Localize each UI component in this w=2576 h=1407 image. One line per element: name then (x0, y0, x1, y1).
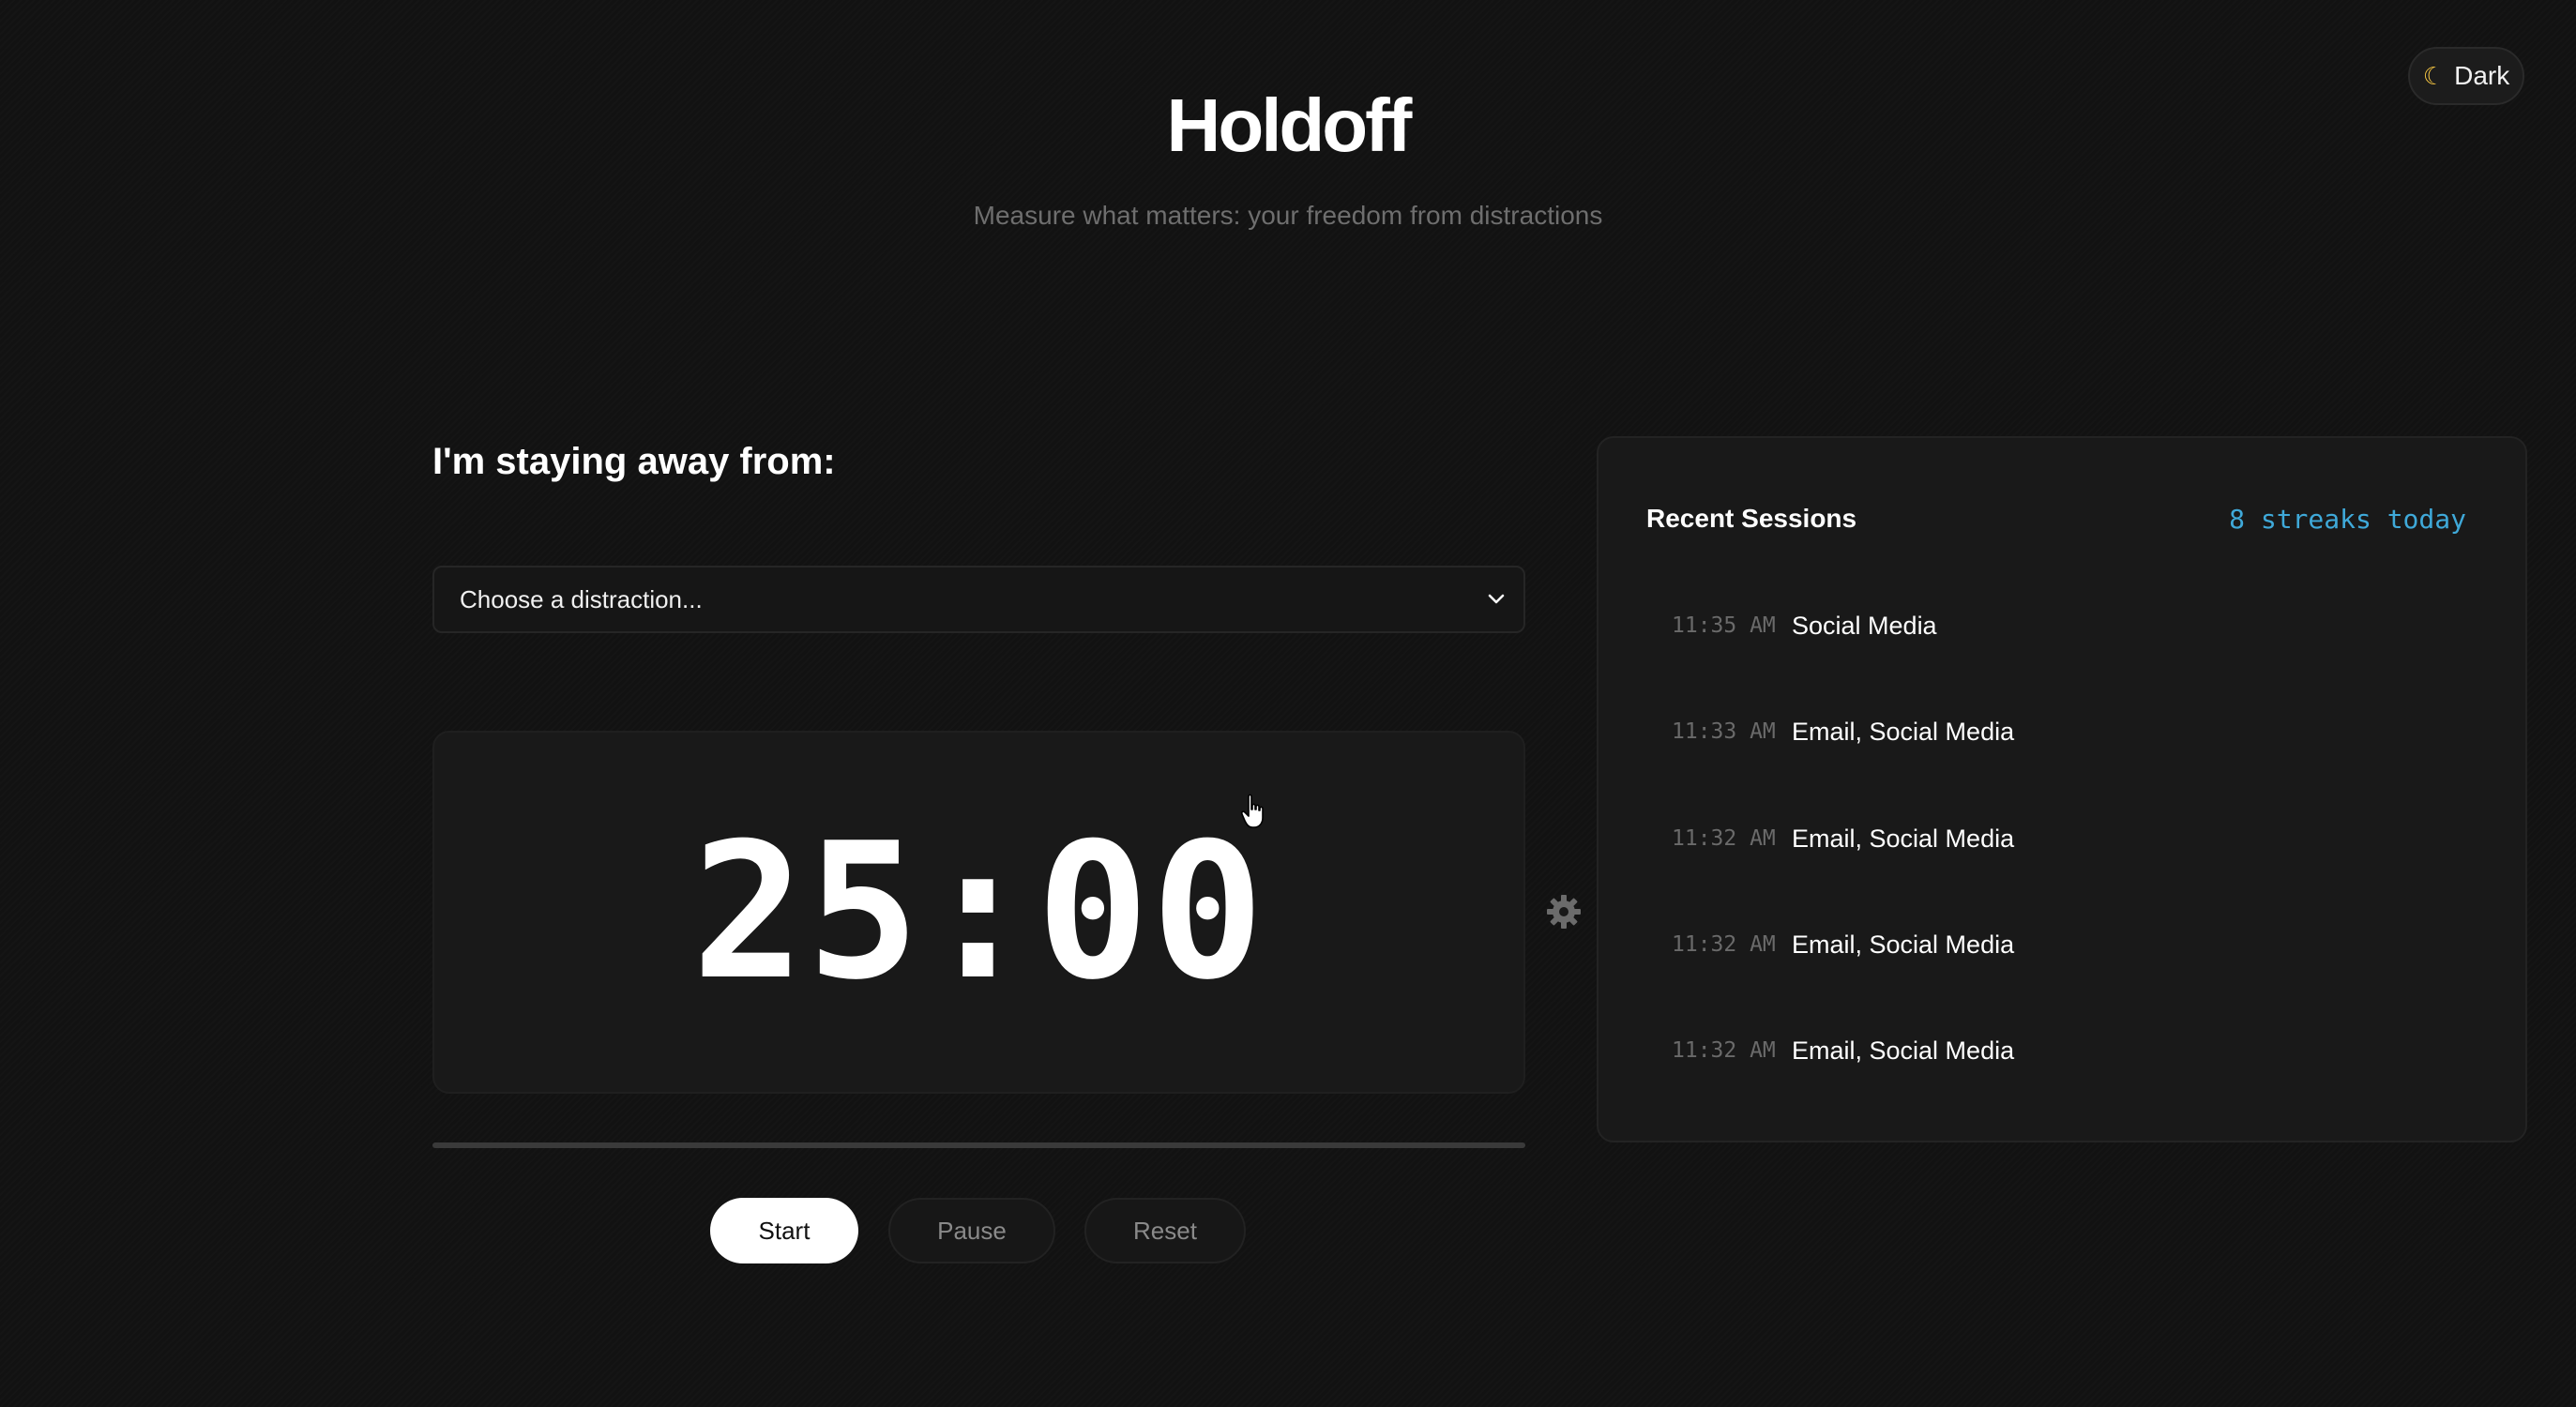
session-label: Social Media (1792, 611, 1937, 640)
session-time: 11:32 AM (1672, 1038, 1776, 1063)
session-item: 11:32 AM Email, Social Media (1672, 926, 2014, 963)
recent-sessions-title: Recent Sessions (1646, 504, 1857, 533)
app-subtitle: Measure what matters: your freedom from … (973, 201, 1603, 230)
timer-card: 25:00 (432, 731, 1525, 1094)
reset-button[interactable]: Reset (1084, 1198, 1246, 1263)
app-title: Holdoff (1166, 83, 1413, 167)
session-time: 11:35 AM (1672, 613, 1776, 638)
hand-pointer-cursor-icon (1240, 793, 1270, 830)
session-label: Email, Social Media (1792, 717, 2015, 746)
session-item: 11:32 AM Email, Social Media (1672, 820, 2014, 857)
session-item: 11:33 AM Email, Social Media (1672, 713, 2014, 750)
session-label: Email, Social Media (1792, 930, 2015, 959)
session-time: 11:32 AM (1672, 932, 1776, 957)
timer-progress-bar (432, 1142, 1525, 1148)
timer-display: 25:00 (691, 802, 1266, 1021)
session-time: 11:33 AM (1672, 719, 1776, 744)
recent-sessions-panel: Recent Sessions 8 streaks today 11:35 AM… (1597, 436, 2527, 1142)
streaks-count: 8 streaks today (2229, 504, 2466, 535)
session-label: Email, Social Media (1792, 1036, 2015, 1065)
session-time: 11:32 AM (1672, 826, 1776, 851)
distraction-select[interactable]: Choose a distraction... (432, 566, 1525, 633)
pause-button[interactable]: Pause (888, 1198, 1055, 1263)
chevron-down-icon (1486, 589, 1507, 610)
session-label: Email, Social Media (1792, 824, 2015, 853)
gear-icon[interactable] (1545, 893, 1583, 930)
session-item: 11:32 AM Email, Social Media (1672, 1032, 2014, 1069)
session-item: 11:35 AM Social Media (1672, 607, 1937, 644)
distraction-select-value: Choose a distraction... (460, 584, 703, 613)
distraction-heading: I'm staying away from: (432, 441, 836, 482)
start-button[interactable]: Start (710, 1198, 858, 1263)
